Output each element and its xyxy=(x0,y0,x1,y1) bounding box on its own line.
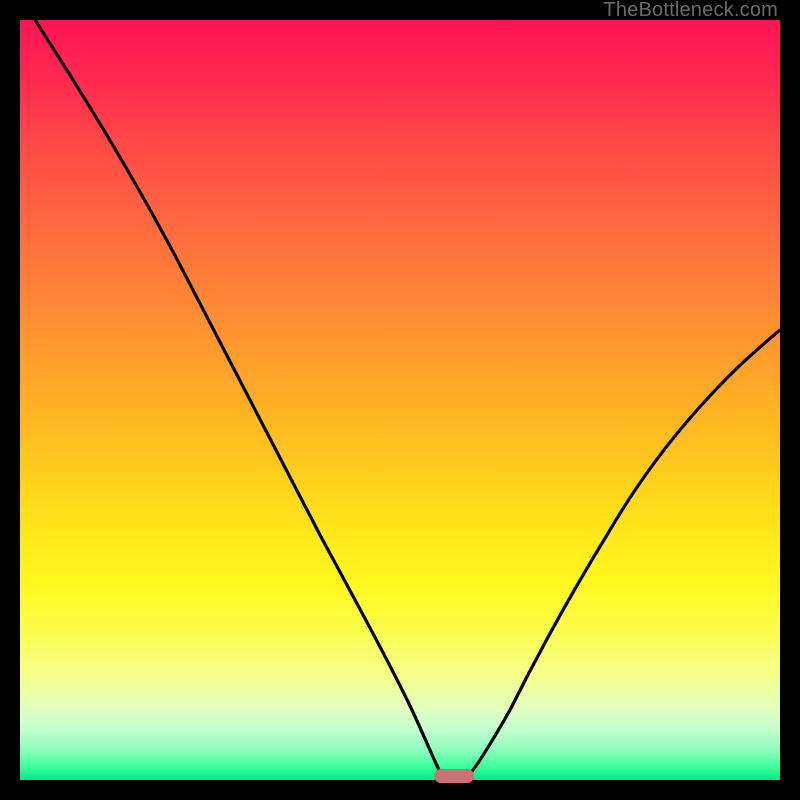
bottleneck-curve xyxy=(20,20,780,780)
plot-area xyxy=(20,20,780,780)
optimal-match-marker xyxy=(434,769,474,783)
chart-frame: TheBottleneck.com xyxy=(0,0,800,800)
curve-left-branch xyxy=(35,20,442,776)
curve-right-branch xyxy=(468,330,780,776)
attribution-watermark: TheBottleneck.com xyxy=(603,0,778,20)
